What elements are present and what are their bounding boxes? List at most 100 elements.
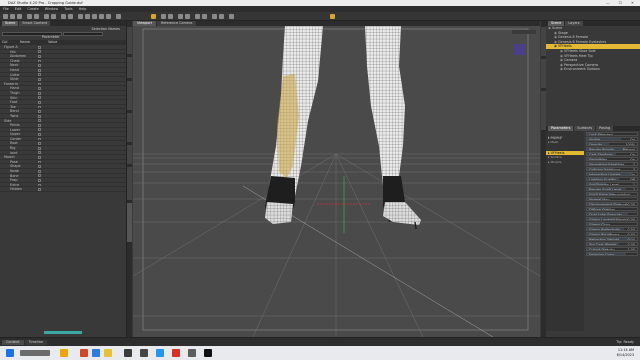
visibility-checkbox[interactable] [38, 128, 41, 132]
vtab-6[interactable] [127, 167, 132, 201]
parameter-slider[interactable]: Glossy Reflectivity 0.50 [586, 227, 638, 231]
parameter-slider[interactable]: Dual Lobe Specular [586, 212, 638, 216]
visibility-checkbox[interactable] [38, 160, 41, 164]
parameter-slider[interactable]: Glossy Layered Weight 0.00 [586, 217, 638, 221]
app-icon-8[interactable] [204, 349, 212, 357]
parameter-value[interactable]: 0.00 [627, 218, 635, 220]
visibility-checkbox[interactable] [38, 100, 41, 104]
visibility-checkbox[interactable] [38, 96, 41, 100]
parameter-slider[interactable]: Refraction Weight 0.00 [586, 237, 638, 241]
open-icon[interactable] [10, 13, 15, 19]
parameter-slider[interactable]: Render Priority Normal [586, 147, 638, 151]
menu-create[interactable]: Create [27, 7, 38, 11]
visibility-checkbox[interactable] [38, 54, 41, 58]
visibility-checkbox[interactable] [38, 183, 41, 187]
parameter-slider[interactable]: Cast Shadows On [586, 152, 638, 156]
menu-edit[interactable]: Edit [15, 7, 22, 11]
app-icon-5[interactable] [140, 349, 148, 357]
parameter-slider[interactable]: SubD Edge Interpolation [586, 192, 638, 196]
lamp-icon[interactable] [330, 13, 335, 19]
parameter-slider[interactable]: Cutout Opacity 1.00 [586, 247, 638, 251]
parameter-slider[interactable]: Glossy Color [586, 222, 638, 226]
visibility-checkbox[interactable] [38, 110, 41, 113]
group-morphs[interactable]: ▸ Morphs [546, 160, 584, 165]
parameter-slider[interactable]: Smoothing On [586, 157, 638, 161]
geometry-editor-icon[interactable] [116, 13, 121, 19]
visibility-checkbox[interactable] [38, 119, 41, 123]
parameter-slider[interactable]: Opacity 100% [586, 142, 638, 146]
app-icon-3[interactable] [104, 349, 112, 357]
visibility-checkbox[interactable] [38, 82, 41, 86]
visibility-checkbox[interactable] [38, 179, 41, 182]
parameter-value[interactable]: On [630, 158, 635, 160]
undo-icon[interactable] [27, 13, 32, 19]
region-navigator-icon[interactable] [185, 13, 190, 19]
active-pose-icon[interactable] [151, 13, 156, 19]
parameter-value[interactable]: 3 [633, 168, 635, 170]
system-clock[interactable]: 11:14 AM 6/14/2023 [617, 348, 634, 358]
visibility-checkbox[interactable] [38, 133, 41, 136]
parameter-value[interactable]: 1.00 [627, 248, 635, 250]
view-cube-icon[interactable] [514, 44, 525, 55]
visibility-checkbox[interactable] [38, 151, 41, 155]
tab-timeline[interactable]: Timeline [24, 340, 47, 345]
parameter-value[interactable]: On [630, 153, 635, 155]
parameter-value[interactable]: On [630, 138, 635, 140]
parameter-value[interactable]: Normal [623, 148, 635, 150]
app-icon-6[interactable] [156, 349, 164, 357]
scene-item[interactable]: ◉ Environment Options [546, 67, 640, 72]
vtab-3[interactable] [127, 81, 132, 111]
visibility-checkbox[interactable] [38, 50, 41, 54]
parameter-value[interactable]: On [630, 173, 635, 175]
visibility-checkbox[interactable] [38, 64, 41, 68]
parameter-slider[interactable]: Visible On [586, 137, 638, 141]
menu-help[interactable]: Help [79, 7, 87, 11]
visibility-checkbox[interactable] [38, 123, 41, 127]
visibility-checkbox[interactable] [38, 142, 41, 146]
image-icon[interactable] [212, 13, 217, 19]
parameter-slider[interactable]: Lighting Quality Off [586, 177, 638, 181]
visibility-checkbox[interactable] [38, 137, 41, 141]
parameter-value[interactable]: 0.40 [627, 233, 635, 235]
app-icon-2[interactable] [92, 349, 100, 357]
viewport-controls-bar[interactable] [512, 30, 536, 34]
visibility-checkbox[interactable] [38, 45, 41, 49]
vtab-4[interactable] [127, 113, 132, 143]
translate-icon[interactable] [92, 13, 97, 19]
app-icon-4[interactable] [124, 349, 132, 357]
group-mesh[interactable]: ▸ Mesh [546, 140, 584, 145]
redo-icon[interactable] [34, 13, 39, 19]
scale-icon[interactable] [106, 13, 111, 19]
visibility-checkbox[interactable] [38, 114, 41, 118]
rotate-icon[interactable] [99, 13, 104, 19]
edit-icon[interactable] [195, 13, 200, 19]
parameter-value[interactable]: 0.00 [627, 238, 635, 240]
figure-right-leg[interactable] [365, 26, 421, 230]
tab-content[interactable]: Content [2, 340, 24, 345]
save-icon[interactable] [17, 13, 22, 19]
parameter-slider[interactable]: Render SubD Level 2 [586, 187, 638, 191]
parameter-slider[interactable]: Diffuse Overlay [586, 207, 638, 211]
parameter-value[interactable]: 0.50 [627, 228, 635, 230]
daz-studio-icon[interactable] [188, 349, 196, 357]
parameter-value[interactable]: 1 [633, 183, 635, 185]
figure-left-leg[interactable] [265, 26, 323, 224]
iray-preview-icon[interactable] [61, 13, 66, 19]
app-icon-7[interactable] [172, 349, 180, 357]
parameter-value[interactable]: 0.00 [627, 203, 635, 205]
camera-icon[interactable] [68, 13, 73, 19]
col-header-col[interactable]: Col [2, 40, 7, 44]
visibility-checkbox[interactable] [38, 105, 41, 109]
parameter-value[interactable]: Off [630, 178, 635, 180]
visibility-checkbox[interactable] [38, 174, 41, 178]
render-settings-icon[interactable] [51, 13, 56, 19]
surface-selection-icon[interactable] [168, 13, 173, 19]
viewport[interactable]: Viewport Reference Camera [133, 21, 540, 337]
parameter-value[interactable]: 2 [633, 163, 635, 165]
visibility-checkbox[interactable] [38, 169, 41, 173]
tree-row[interactable]: Hidden [0, 187, 126, 192]
menu-tools[interactable]: Tools [64, 7, 72, 11]
vtab-5[interactable] [127, 145, 132, 165]
script-icon[interactable] [229, 13, 234, 19]
start-icon[interactable] [6, 349, 14, 357]
